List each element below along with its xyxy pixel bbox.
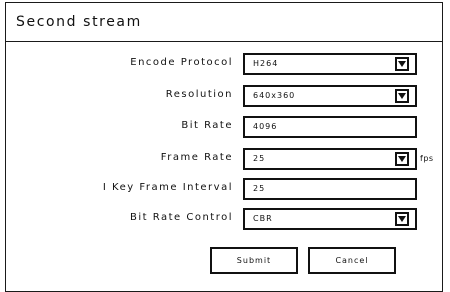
title-divider <box>6 41 442 42</box>
cancel-button[interactable]: Cancel <box>308 247 396 274</box>
bit-rate-row: Bit Rate 4096 <box>6 116 442 138</box>
resolution-label: Resolution <box>165 89 233 100</box>
bit-rate-control-row: Bit Rate Control CBR <box>6 208 442 230</box>
encode-protocol-value: H264 <box>253 59 279 68</box>
resolution-select[interactable]: 640x360 <box>243 85 417 107</box>
frame-rate-select[interactable]: 25 <box>243 148 417 170</box>
frame-rate-label: Frame Rate <box>160 152 233 163</box>
chevron-down-icon[interactable] <box>395 212 409 226</box>
frame-rate-row: Frame Rate 25 fps <box>6 148 442 170</box>
chevron-down-icon[interactable] <box>395 89 409 103</box>
encode-protocol-select[interactable]: H264 <box>243 53 417 75</box>
bit-rate-label: Bit Rate <box>181 120 233 131</box>
submit-button[interactable]: Submit <box>210 247 298 274</box>
i-key-frame-interval-row: I Key Frame Interval 25 <box>6 178 442 200</box>
bit-rate-input[interactable]: 4096 <box>243 116 417 138</box>
resolution-row: Resolution 640x360 <box>6 85 442 107</box>
second-stream-dialog: Second stream Encode Protocol H264 Resol… <box>5 2 443 292</box>
chevron-down-icon[interactable] <box>395 57 409 71</box>
bit-rate-control-value: CBR <box>253 214 273 223</box>
frame-rate-unit: fps <box>420 154 434 163</box>
bit-rate-control-label: Bit Rate Control <box>130 212 233 223</box>
i-key-frame-interval-input[interactable]: 25 <box>243 178 417 200</box>
bit-rate-control-select[interactable]: CBR <box>243 208 417 230</box>
chevron-down-icon[interactable] <box>395 152 409 166</box>
encode-protocol-row: Encode Protocol H264 <box>6 53 442 75</box>
encode-protocol-label: Encode Protocol <box>130 57 233 68</box>
resolution-value: 640x360 <box>253 91 296 100</box>
i-key-frame-interval-label: I Key Frame Interval <box>102 182 233 193</box>
dialog-title: Second stream <box>16 14 142 30</box>
frame-rate-value: 25 <box>253 154 266 163</box>
bit-rate-value: 4096 <box>253 122 278 131</box>
i-key-frame-interval-value: 25 <box>253 184 266 193</box>
